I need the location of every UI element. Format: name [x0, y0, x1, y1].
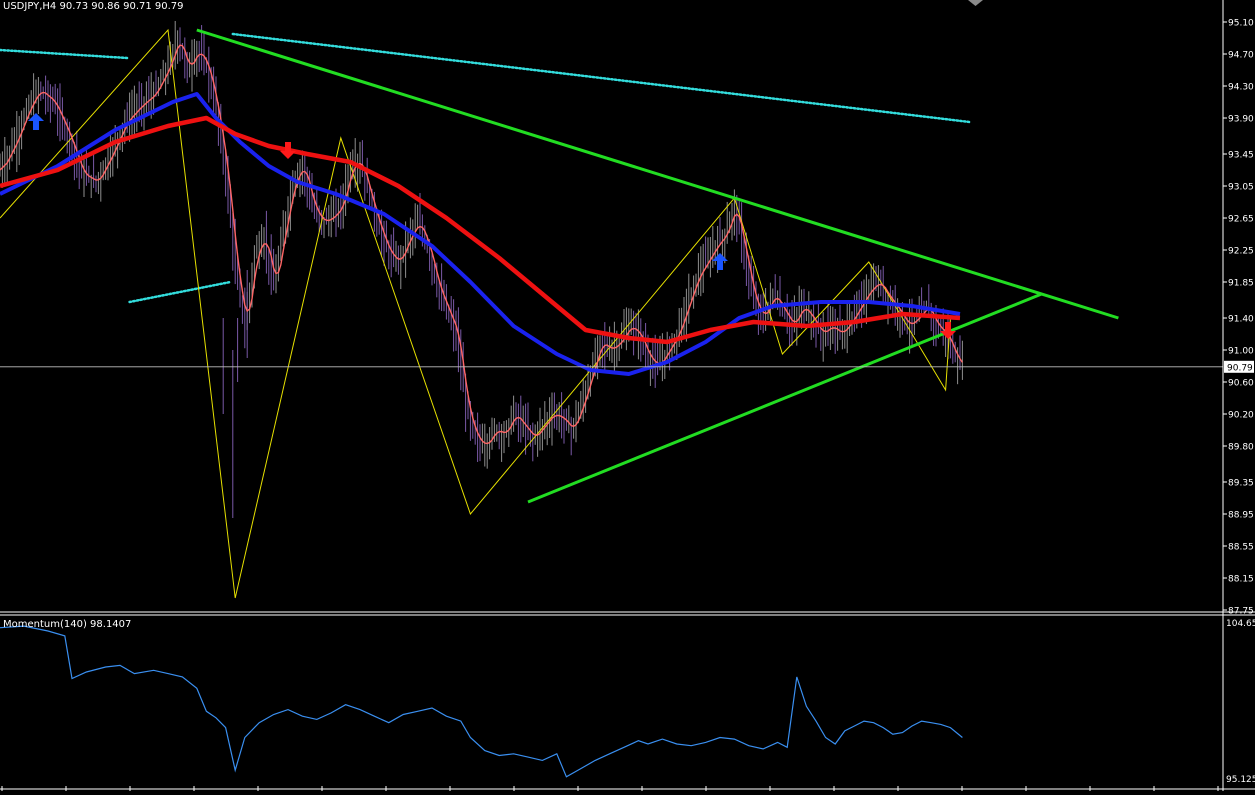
price-axis: 95.10 94.70 94.30 93.90 93.45 93.05 92.65 92.25…	[0, 19, 1254, 617]
y-tick-label: 91.85	[1228, 279, 1254, 289]
candle-layer	[0, 20, 963, 518]
y-tick-label: 90.20	[1228, 411, 1254, 421]
y-tick-label: 89.35	[1228, 479, 1254, 489]
channel-dot-line	[128, 280, 232, 304]
current-price-label: 90.79	[1227, 363, 1253, 373]
channel-dot-line	[0, 48, 129, 60]
y-tick-label: 94.30	[1228, 83, 1254, 93]
arrow-up-icon	[712, 253, 728, 270]
price-chart[interactable]: 95.10 94.70 94.30 93.90 93.45 93.05 92.65 92.25…	[0, 0, 1255, 791]
y-tick-label: 91.00	[1228, 347, 1254, 357]
upper-trendline	[196, 28, 1119, 320]
y-tick-label: 91.40	[1228, 315, 1254, 325]
y-tick-label: 92.65	[1228, 215, 1254, 225]
momentum-line	[0, 625, 963, 778]
channel-dots-layer	[0, 32, 971, 304]
momentum-axis: 104.65 95.125	[1226, 619, 1255, 785]
y-tick-label: 94.70	[1228, 51, 1254, 61]
chart-window[interactable]: 95.10 94.70 94.30 93.90 93.45 93.05 92.65 92.25…	[0, 0, 1255, 791]
red-ma-layer	[0, 115, 961, 345]
y-tick-label: 88.55	[1228, 543, 1254, 553]
momentum-tick-label: 95.125	[1226, 775, 1255, 785]
trendline-layer	[196, 28, 1119, 504]
y-tick-label: 93.90	[1228, 115, 1254, 125]
arrow-up-icon	[28, 113, 44, 130]
y-tick-label: 88.95	[1228, 511, 1254, 521]
y-tick-label: 92.25	[1228, 247, 1254, 257]
chart-frame	[0, 0, 1255, 791]
scroll-marker-icon	[968, 0, 983, 6]
momentum-tick-label: 104.65	[1226, 619, 1255, 629]
chart-title: USDJPY,H4 90.73 90.86 90.71 90.79	[3, 1, 184, 12]
y-tick-label: 93.45	[1228, 151, 1254, 161]
y-tick-label: 88.15	[1228, 575, 1254, 585]
momentum-title: Momentum(140) 98.1407	[3, 619, 132, 630]
y-tick-label: 90.60	[1228, 379, 1254, 389]
y-tick-label: 95.10	[1228, 19, 1254, 29]
momentum-layer	[0, 625, 963, 778]
y-tick-label: 89.80	[1228, 443, 1254, 453]
y-tick-label: 93.05	[1228, 183, 1254, 193]
channel-dot-line	[231, 32, 971, 124]
red-ma-line	[0, 115, 961, 345]
